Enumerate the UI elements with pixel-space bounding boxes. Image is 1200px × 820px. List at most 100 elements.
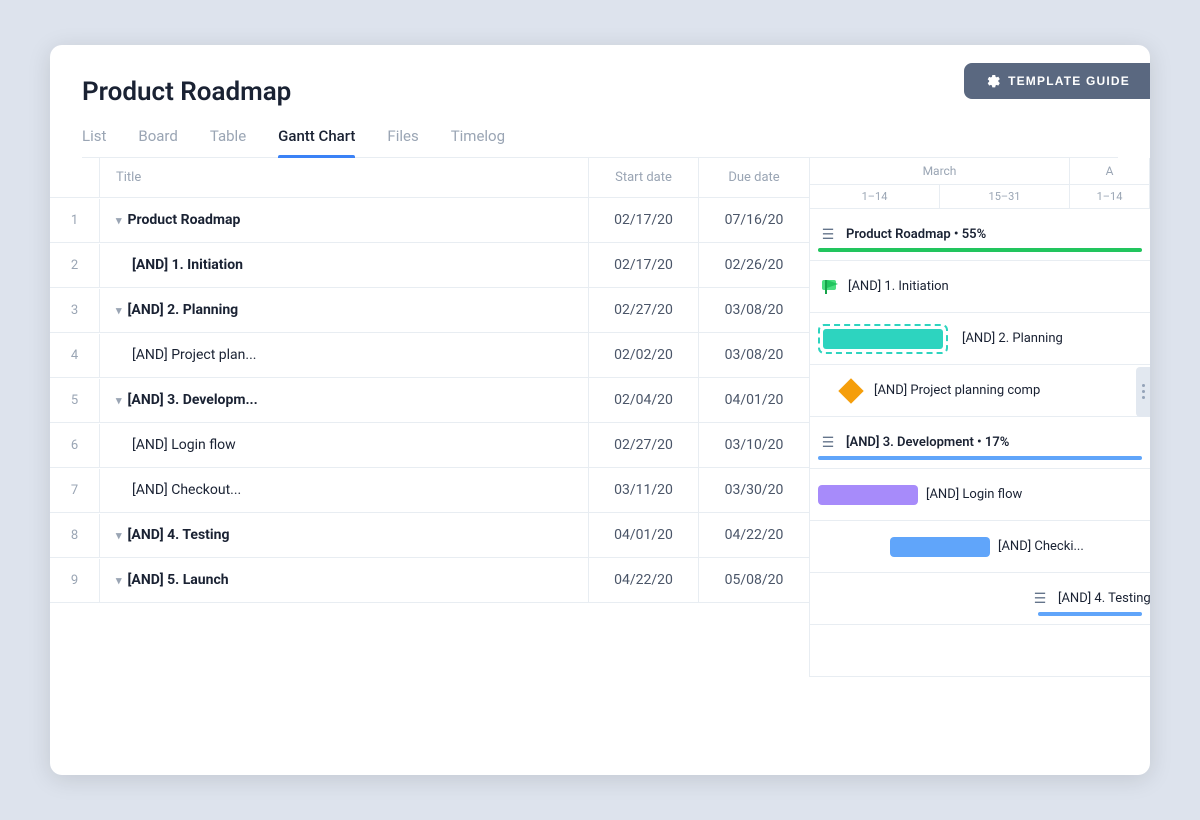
task-list-icon: ☰ — [1030, 589, 1050, 609]
row-title: ▾ [AND] 5. Launch — [100, 558, 589, 602]
table-row[interactable]: 7 [AND] Checkout... 03/11/20 03/30/20 — [50, 468, 809, 513]
gantt-bar-label: [AND] 1. Initiation — [848, 279, 949, 294]
gantt-bar-label: [AND] Project planning comp — [874, 383, 1040, 398]
row-title: [AND] Login flow — [100, 423, 589, 467]
row-title: [AND] Checkout... — [100, 468, 589, 512]
row-due-date: 07/16/20 — [699, 198, 809, 242]
tab-table[interactable]: Table — [210, 127, 246, 157]
row-start-date: 02/17/20 — [589, 243, 699, 287]
chevron-down-icon: ▾ — [116, 304, 122, 317]
gantt-week-2: 15–31 — [940, 185, 1070, 208]
row-start-date: 02/02/20 — [589, 333, 699, 377]
row-start-date: 02/27/20 — [589, 288, 699, 332]
row-number: 2 — [50, 244, 100, 287]
gantt-row: ☰ [AND] 3. Development • 17% — [810, 417, 1150, 469]
tabs-nav: List Board Table Gantt Chart Files Timel… — [82, 127, 1118, 158]
header: Product Roadmap List Board Table Gantt C… — [50, 45, 1150, 158]
gantt-bar — [818, 485, 918, 505]
chevron-down-icon: ▾ — [116, 574, 122, 587]
row-due-date: 05/08/20 — [699, 558, 809, 602]
gantt-planning-bar — [818, 324, 948, 354]
row-number: 1 — [50, 199, 100, 242]
gantt-bar-label: [AND] 3. Development • 17% — [846, 435, 1009, 450]
row-number: 7 — [50, 469, 100, 512]
tab-board[interactable]: Board — [138, 127, 177, 157]
chevron-down-icon: ▾ — [116, 214, 122, 227]
gantt-week-3: 1–14 — [1070, 185, 1150, 208]
gantt-row: [AND] Login flow — [810, 469, 1150, 521]
row-due-date: 04/22/20 — [699, 513, 809, 557]
table-row[interactable]: 5 ▾ [AND] 3. Developm... 02/04/20 04/01/… — [50, 378, 809, 423]
gantt-bar-fill — [823, 329, 943, 349]
row-number: 5 — [50, 379, 100, 422]
gantt-header: March A 1–14 15–31 1–14 — [810, 158, 1150, 209]
row-title: ▾ [AND] 3. Developm... — [100, 378, 589, 422]
row-start-date: 04/01/20 — [589, 513, 699, 557]
template-guide-label: TEMPLATE GUIDE — [1008, 74, 1130, 88]
gantt-months: March A — [810, 158, 1150, 185]
row-title: ▾ [AND] 4. Testing — [100, 513, 589, 557]
scroll-dot — [1142, 384, 1145, 387]
col-start-header: Start date — [589, 158, 699, 197]
gantt-bar-label: Product Roadmap • 55% — [846, 227, 986, 242]
gantt-week-1: 1–14 — [810, 185, 940, 208]
row-due-date: 03/30/20 — [699, 468, 809, 512]
row-due-date: 02/26/20 — [699, 243, 809, 287]
gantt-row — [810, 625, 1150, 677]
row-start-date: 03/11/20 — [589, 468, 699, 512]
tab-files[interactable]: Files — [387, 127, 418, 157]
gantt-bar-label: [AND] Checki... — [998, 539, 1084, 554]
tab-list[interactable]: List — [82, 127, 106, 157]
table-row[interactable]: 2 [AND] 1. Initiation 02/17/20 02/26/20 — [50, 243, 809, 288]
row-number: 6 — [50, 424, 100, 467]
table-row[interactable]: 4 [AND] Project plan... 02/02/20 03/08/2… — [50, 333, 809, 378]
gantt-bar-label: [AND] 2. Planning — [962, 331, 1063, 346]
gear-icon — [984, 73, 1000, 89]
task-list-icon: ☰ — [818, 225, 838, 245]
row-due-date: 03/10/20 — [699, 423, 809, 467]
row-title: [AND] Project plan... — [100, 333, 589, 377]
table-row[interactable]: 3 ▾ [AND] 2. Planning 02/27/20 03/08/20 — [50, 288, 809, 333]
table-row[interactable]: 8 ▾ [AND] 4. Testing 04/01/20 04/22/20 — [50, 513, 809, 558]
row-number: 4 — [50, 334, 100, 377]
row-due-date: 03/08/20 — [699, 288, 809, 332]
row-start-date: 02/17/20 — [589, 198, 699, 242]
gantt-bar — [890, 537, 990, 557]
gantt-row: [AND] Checki... — [810, 521, 1150, 573]
col-num-header — [50, 158, 100, 197]
page-title: Product Roadmap — [82, 77, 1118, 107]
gantt-body: ☰ Product Roadmap • 55% [AND] 1. Initiat… — [810, 209, 1150, 677]
gantt-row: ☰ Product Roadmap • 55% — [810, 209, 1150, 261]
row-due-date: 04/01/20 — [699, 378, 809, 422]
flag-icon — [818, 276, 840, 298]
row-start-date: 02/27/20 — [589, 423, 699, 467]
template-guide-button[interactable]: TEMPLATE GUIDE — [964, 63, 1150, 99]
scroll-dot — [1142, 390, 1145, 393]
tab-gantt[interactable]: Gantt Chart — [278, 127, 355, 157]
row-due-date: 03/08/20 — [699, 333, 809, 377]
table-row[interactable]: 6 [AND] Login flow 02/27/20 03/10/20 — [50, 423, 809, 468]
gantt-month-a: A — [1070, 158, 1150, 184]
gantt-row: [AND] 1. Initiation — [810, 261, 1150, 313]
scroll-handle[interactable] — [1136, 367, 1150, 417]
gantt-row: [AND] 2. Planning — [810, 313, 1150, 365]
table-row[interactable]: 1 ▾ Product Roadmap 02/17/20 07/16/20 — [50, 198, 809, 243]
chevron-down-icon: ▾ — [116, 529, 122, 542]
row-number: 9 — [50, 559, 100, 602]
row-start-date: 04/22/20 — [589, 558, 699, 602]
gantt-bar-label: [AND] Login flow — [926, 487, 1022, 502]
row-title: ▾ Product Roadmap — [100, 198, 589, 242]
gantt-section: March A 1–14 15–31 1–14 ☰ Product Roadma… — [810, 158, 1150, 677]
gantt-weeks: 1–14 15–31 1–14 — [810, 185, 1150, 208]
row-number: 3 — [50, 289, 100, 332]
table-header-row: Title Start date Due date — [50, 158, 809, 198]
col-due-header: Due date — [699, 158, 809, 197]
gantt-row: [AND] Project planning comp — [810, 365, 1150, 417]
scroll-dot — [1142, 396, 1145, 399]
scroll-dots — [1142, 384, 1145, 399]
gantt-bar-label: [AND] 4. Testing — [1058, 591, 1150, 606]
row-number: 8 — [50, 514, 100, 557]
row-start-date: 02/04/20 — [589, 378, 699, 422]
tab-timelog[interactable]: Timelog — [451, 127, 505, 157]
table-row[interactable]: 9 ▾ [AND] 5. Launch 04/22/20 05/08/20 — [50, 558, 809, 603]
